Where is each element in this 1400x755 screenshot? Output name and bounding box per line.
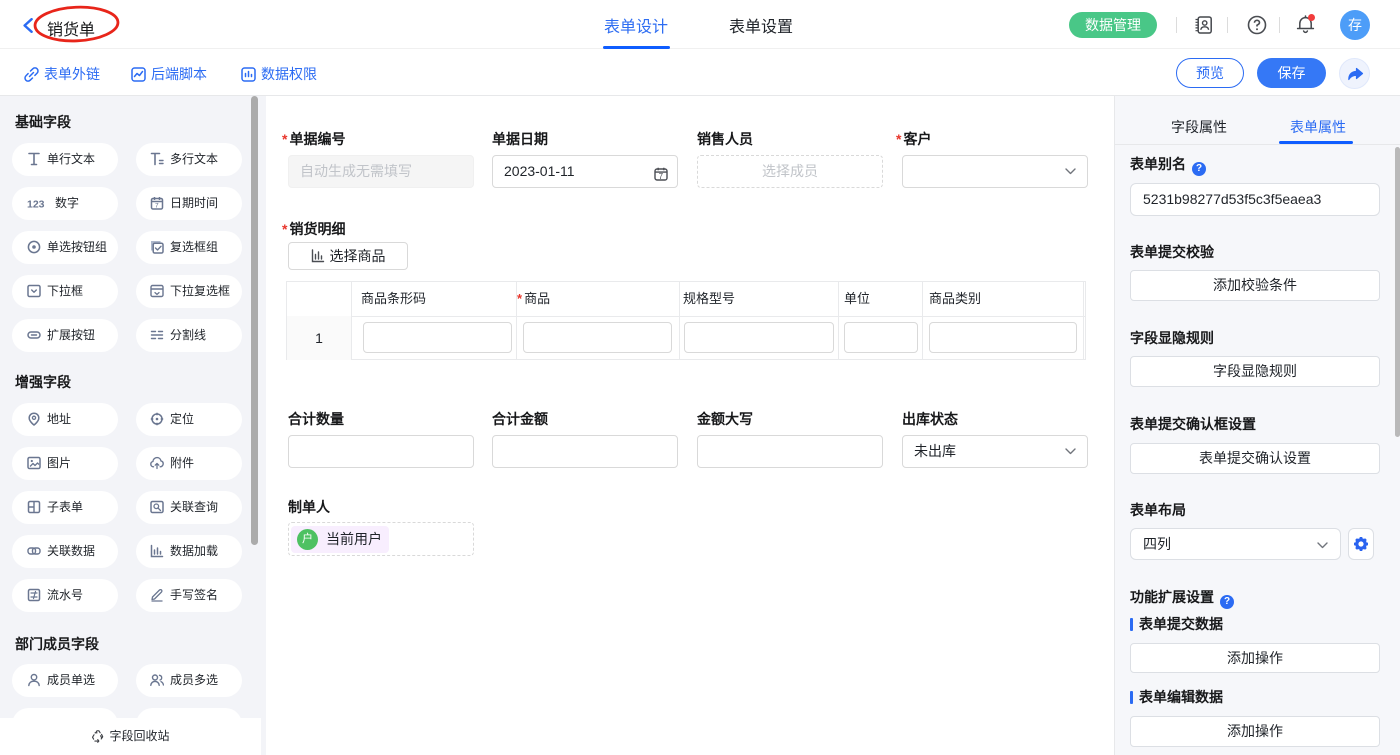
svg-text:7: 7 bbox=[155, 203, 159, 210]
svg-text:123: 123 bbox=[27, 199, 45, 211]
svg-text:7: 7 bbox=[659, 172, 664, 181]
